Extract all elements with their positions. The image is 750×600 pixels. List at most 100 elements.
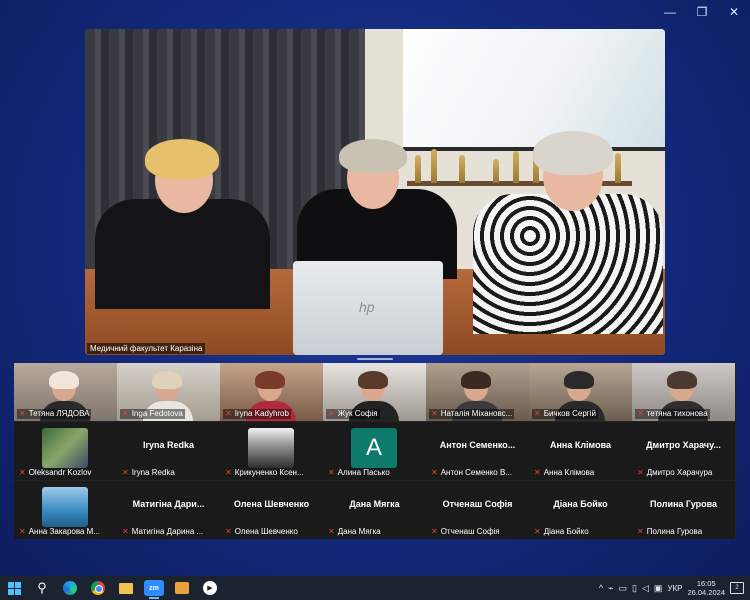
participant-tile[interactable]: Антон Семенко... ✕ Антон Семенко В...: [426, 422, 529, 480]
taskbar-file-explorer[interactable]: [112, 576, 140, 600]
muted-mic-icon: ✕: [122, 527, 129, 536]
participant-tile[interactable]: ✕ Анна Закарова М...: [14, 481, 117, 539]
muted-mic-icon: ✕: [431, 409, 438, 418]
play-icon: ▶: [203, 581, 217, 595]
participant-display-name: Дмитро Харачу...: [646, 440, 721, 450]
participant-name: тетяна тихонова: [646, 409, 708, 418]
participant-name-label: ✕ Діана Бойко: [532, 527, 591, 537]
participant-display-name: Матигіна Дари...: [132, 499, 205, 509]
participant-tile[interactable]: ✕ Iryna Kadyhrob: [220, 363, 323, 421]
muted-mic-icon: ✕: [122, 409, 129, 418]
search-button[interactable]: ⚲: [28, 576, 56, 600]
participant-name-label: ✕ Iryna Kadyhrob: [223, 409, 291, 419]
participant-name: Отченаш Софія: [440, 527, 500, 536]
muted-mic-icon: ✕: [328, 409, 335, 418]
participant-name-label: ✕ Алина Пасько: [326, 468, 392, 478]
windows-icon: [7, 581, 21, 595]
participant-tile[interactable]: ✕ Oleksandr Kozlov: [14, 422, 117, 480]
active-speaker-video[interactable]: hp Медичний факультет Каразіна: [85, 29, 665, 355]
participant-name: Дмитро Харачура: [646, 468, 713, 477]
participant-name: Крикуненко Ксен...: [234, 468, 304, 477]
participant-video-hair: [152, 371, 182, 389]
muted-mic-icon: ✕: [534, 468, 541, 477]
taskbar-player[interactable]: ▶: [196, 576, 224, 600]
participant-tile[interactable]: ✕ тетяна тихонова: [632, 363, 735, 421]
muted-mic-icon: ✕: [19, 527, 26, 536]
participant-name: Алина Пасько: [337, 468, 390, 477]
resize-handle[interactable]: [357, 358, 393, 360]
taskbar-edge[interactable]: [56, 576, 84, 600]
system-tray: ^ ⌁ ▭ ▯ ◁ ▣ УКР 16:05 26.04.2024 2: [599, 576, 750, 600]
participant-tile[interactable]: ✕ Наталія Міхановс...: [426, 363, 529, 421]
taskbar-chrome[interactable]: [84, 576, 112, 600]
projector-screen: [403, 29, 665, 151]
participant-gallery: ✕ Тетяна ЛЯДОВА ✕ Inga Fedotova ✕ Iryna Kadyh…: [14, 363, 736, 539]
participant-tile[interactable]: ✕ Бичков Сергій: [529, 363, 632, 421]
participant-name-label: ✕ Oleksandr Kozlov: [17, 468, 93, 478]
participant-tile[interactable]: ✕ Тетяна ЛЯДОВА: [14, 363, 117, 421]
participant-tile[interactable]: ✕ Крикуненко Ксен...: [220, 422, 323, 480]
participant-tile[interactable]: Анна Клімова ✕ Анна Клімова: [529, 422, 632, 480]
participant-tile[interactable]: Iryna Redka ✕ Iryna Redka: [117, 422, 220, 480]
participant-display-name: Iryna Redka: [142, 440, 195, 450]
participant-name-label: ✕ Тетяна ЛЯДОВА: [17, 409, 92, 419]
participant-video-hair: [564, 371, 594, 389]
participant-tile[interactable]: Полина Гурова ✕ Полина Гурова: [632, 481, 735, 539]
participant-tile[interactable]: Дана Мягка ✕ Дана Мягка: [323, 481, 426, 539]
tray-chevron-icon[interactable]: ^: [599, 583, 603, 593]
muted-mic-icon: ✕: [328, 527, 335, 536]
participant-name-label: ✕ Крикуненко Ксен...: [223, 468, 306, 478]
taskbar: ⚲ zm ▶ ^ ⌁ ▭ ▯ ◁ ▣ УКР 16:05 26.04.2024 …: [0, 576, 750, 600]
participant-video-hair: [358, 371, 388, 389]
participant-name: Матигіна Дарина ...: [131, 527, 204, 536]
start-button[interactable]: [0, 576, 28, 600]
muted-mic-icon: ✕: [637, 527, 644, 536]
language-indicator[interactable]: УКР: [667, 584, 682, 593]
minimize-button[interactable]: —: [654, 0, 686, 24]
participant-name: Бичков Сергій: [543, 409, 596, 418]
participant-tile[interactable]: ✕ Inga Fedotova: [117, 363, 220, 421]
media-icon: [175, 582, 189, 594]
participant-avatar: [248, 428, 294, 468]
participant-tile[interactable]: Діана Бойко ✕ Діана Бойко: [529, 481, 632, 539]
participant-name: Iryna Redka: [131, 468, 175, 477]
taskbar-media[interactable]: [168, 576, 196, 600]
monitor-icon[interactable]: ▭: [618, 583, 627, 594]
edge-icon: [63, 581, 77, 595]
participant-tile[interactable]: Матигіна Дари... ✕ Матигіна Дарина ...: [117, 481, 220, 539]
participant-tile[interactable]: Отченаш Софія ✕ Отченаш Софія: [426, 481, 529, 539]
participant-tile[interactable]: ✕ Жук Софія: [323, 363, 426, 421]
participant-name-label: ✕ Полина Гурова: [635, 527, 704, 537]
participant-name: Наталія Міхановс...: [440, 409, 513, 418]
battery-icon[interactable]: ▯: [632, 583, 637, 594]
participant-name-label: ✕ Олена Шевченко: [223, 527, 300, 537]
participant-display-name: Антон Семенко...: [439, 440, 516, 450]
muted-mic-icon: ✕: [534, 409, 541, 418]
volume-icon[interactable]: ◁: [642, 583, 649, 594]
participant-name: Oleksandr Kozlov: [28, 468, 92, 477]
participant-tile[interactable]: A ✕ Алина Пасько: [323, 422, 426, 480]
camera-icon[interactable]: ▣: [654, 583, 663, 594]
participant-video-hair: [255, 371, 285, 389]
participant-name: Iryna Kadyhrob: [234, 409, 289, 418]
muted-mic-icon: ✕: [225, 527, 232, 536]
participant-name-label: ✕ Бичков Сергій: [532, 409, 598, 419]
trophy-icon: [493, 159, 499, 183]
participant-tile[interactable]: Дмитро Харачу... ✕ Дмитро Харачура: [632, 422, 735, 480]
close-button[interactable]: ✕: [718, 0, 750, 24]
clock[interactable]: 16:05 26.04.2024: [687, 579, 725, 597]
notification-icon[interactable]: 2: [730, 582, 744, 594]
folder-icon: [119, 582, 133, 594]
participant-name: Жук Софія: [337, 409, 378, 418]
participant-avatar: A: [351, 428, 397, 468]
participant-display-name: Полина Гурова: [650, 499, 717, 509]
participant-tile[interactable]: Олена Шевченко ✕ Олена Шевченко: [220, 481, 323, 539]
restore-button[interactable]: ❐: [686, 0, 718, 24]
trophy-icon: [459, 155, 465, 183]
network-icon[interactable]: ⌁: [608, 583, 613, 594]
muted-mic-icon: ✕: [19, 468, 26, 477]
taskbar-zoom[interactable]: zm: [140, 576, 168, 600]
participant-name-label: ✕ Матигіна Дарина ...: [120, 527, 205, 537]
participant-name: Анна Закарова М...: [28, 527, 101, 536]
participant-name: Олена Шевченко: [234, 527, 298, 536]
